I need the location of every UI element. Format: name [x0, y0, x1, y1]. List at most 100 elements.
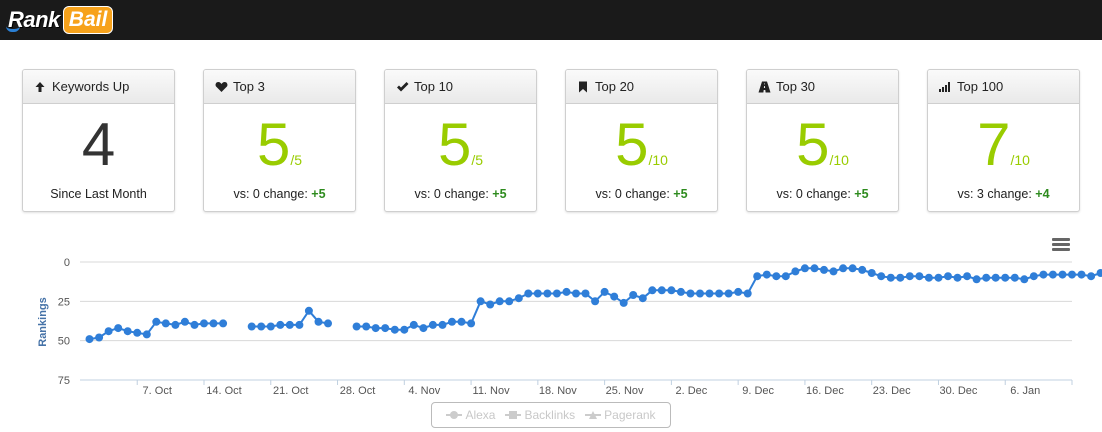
- rankbail-logo[interactable]: Rank Bail: [6, 6, 114, 34]
- data-point[interactable]: [867, 269, 876, 277]
- data-point[interactable]: [963, 272, 972, 281]
- data-point[interactable]: [257, 322, 266, 331]
- data-point[interactable]: [438, 320, 447, 329]
- data-point[interactable]: [953, 273, 962, 282]
- data-point[interactable]: [476, 297, 485, 306]
- data-point[interactable]: [886, 273, 895, 282]
- data-point[interactable]: [371, 324, 380, 333]
- data-point[interactable]: [514, 294, 523, 303]
- data-point[interactable]: [581, 289, 590, 298]
- data-point[interactable]: [781, 272, 790, 281]
- legend-item-backlinks[interactable]: Backlinks: [505, 408, 575, 422]
- data-point[interactable]: [85, 335, 94, 344]
- data-point[interactable]: [295, 320, 304, 329]
- data-point[interactable]: [924, 273, 933, 282]
- data-point[interactable]: [772, 272, 781, 281]
- data-point[interactable]: [209, 319, 218, 328]
- data-point[interactable]: [934, 273, 943, 282]
- data-point[interactable]: [190, 320, 199, 329]
- data-point[interactable]: [1001, 273, 1010, 282]
- data-point[interactable]: [629, 291, 638, 299]
- data-point[interactable]: [142, 330, 151, 339]
- data-point[interactable]: [848, 264, 857, 273]
- data-point[interactable]: [982, 273, 991, 282]
- data-point[interactable]: [219, 319, 228, 328]
- data-point[interactable]: [905, 272, 914, 281]
- data-point[interactable]: [734, 287, 743, 296]
- legend-item-alexa[interactable]: Alexa: [446, 408, 495, 422]
- chart-menu-button[interactable]: [1052, 238, 1070, 252]
- data-point[interactable]: [552, 289, 561, 298]
- data-point[interactable]: [524, 289, 533, 298]
- data-point[interactable]: [1048, 270, 1057, 279]
- data-point[interactable]: [791, 267, 800, 276]
- data-point[interactable]: [667, 286, 676, 295]
- data-point[interactable]: [543, 289, 552, 298]
- data-point[interactable]: [381, 324, 390, 333]
- data-point[interactable]: [266, 322, 275, 331]
- data-point[interactable]: [180, 317, 189, 326]
- data-point[interactable]: [676, 287, 685, 296]
- data-point[interactable]: [324, 319, 332, 328]
- data-point[interactable]: [1068, 270, 1076, 279]
- data-point[interactable]: [638, 294, 647, 303]
- legend-item-pagerank[interactable]: Pagerank: [585, 408, 656, 422]
- data-point[interactable]: [657, 286, 666, 295]
- data-point[interactable]: [362, 322, 371, 331]
- data-point[interactable]: [810, 264, 819, 273]
- data-point[interactable]: [648, 286, 657, 295]
- data-point[interactable]: [686, 289, 695, 298]
- data-point[interactable]: [972, 275, 981, 284]
- data-point[interactable]: [448, 317, 456, 326]
- data-point[interactable]: [724, 289, 733, 298]
- data-point[interactable]: [991, 273, 1000, 282]
- data-point[interactable]: [533, 289, 542, 298]
- data-point[interactable]: [600, 287, 609, 296]
- data-point[interactable]: [104, 327, 113, 336]
- data-point[interactable]: [419, 324, 428, 333]
- data-point[interactable]: [133, 328, 142, 337]
- data-point[interactable]: [877, 272, 886, 281]
- data-point[interactable]: [1087, 272, 1096, 281]
- data-point[interactable]: [896, 273, 905, 282]
- data-point[interactable]: [591, 297, 600, 306]
- data-point[interactable]: [285, 320, 294, 329]
- data-point[interactable]: [390, 325, 399, 334]
- data-point[interactable]: [505, 297, 514, 306]
- series-rankings[interactable]: [85, 264, 1102, 344]
- data-point[interactable]: [123, 327, 132, 336]
- data-point[interactable]: [858, 265, 867, 274]
- data-point[interactable]: [562, 287, 571, 296]
- data-point[interactable]: [1077, 270, 1086, 279]
- data-point[interactable]: [1010, 273, 1019, 282]
- data-point[interactable]: [467, 319, 476, 328]
- data-point[interactable]: [428, 320, 437, 329]
- data-point[interactable]: [200, 319, 208, 328]
- data-point[interactable]: [1096, 269, 1102, 277]
- data-point[interactable]: [409, 320, 418, 329]
- data-point[interactable]: [762, 270, 771, 279]
- data-point[interactable]: [610, 292, 619, 301]
- data-point[interactable]: [457, 317, 466, 326]
- data-point[interactable]: [839, 264, 848, 273]
- data-point[interactable]: [696, 289, 704, 298]
- data-point[interactable]: [1039, 270, 1048, 279]
- data-point[interactable]: [495, 297, 504, 306]
- data-point[interactable]: [276, 320, 285, 329]
- data-point[interactable]: [95, 333, 104, 342]
- data-point[interactable]: [572, 289, 580, 298]
- data-point[interactable]: [161, 319, 170, 328]
- data-point[interactable]: [1020, 275, 1029, 284]
- data-point[interactable]: [352, 322, 361, 331]
- data-point[interactable]: [619, 298, 628, 307]
- data-point[interactable]: [1029, 272, 1038, 281]
- data-point[interactable]: [715, 289, 724, 298]
- data-point[interactable]: [915, 272, 924, 281]
- data-point[interactable]: [705, 289, 714, 298]
- data-point[interactable]: [304, 306, 313, 315]
- data-point[interactable]: [314, 317, 323, 326]
- data-point[interactable]: [829, 267, 838, 276]
- data-point[interactable]: [486, 300, 495, 309]
- data-point[interactable]: [944, 272, 952, 281]
- data-point[interactable]: [1058, 270, 1067, 279]
